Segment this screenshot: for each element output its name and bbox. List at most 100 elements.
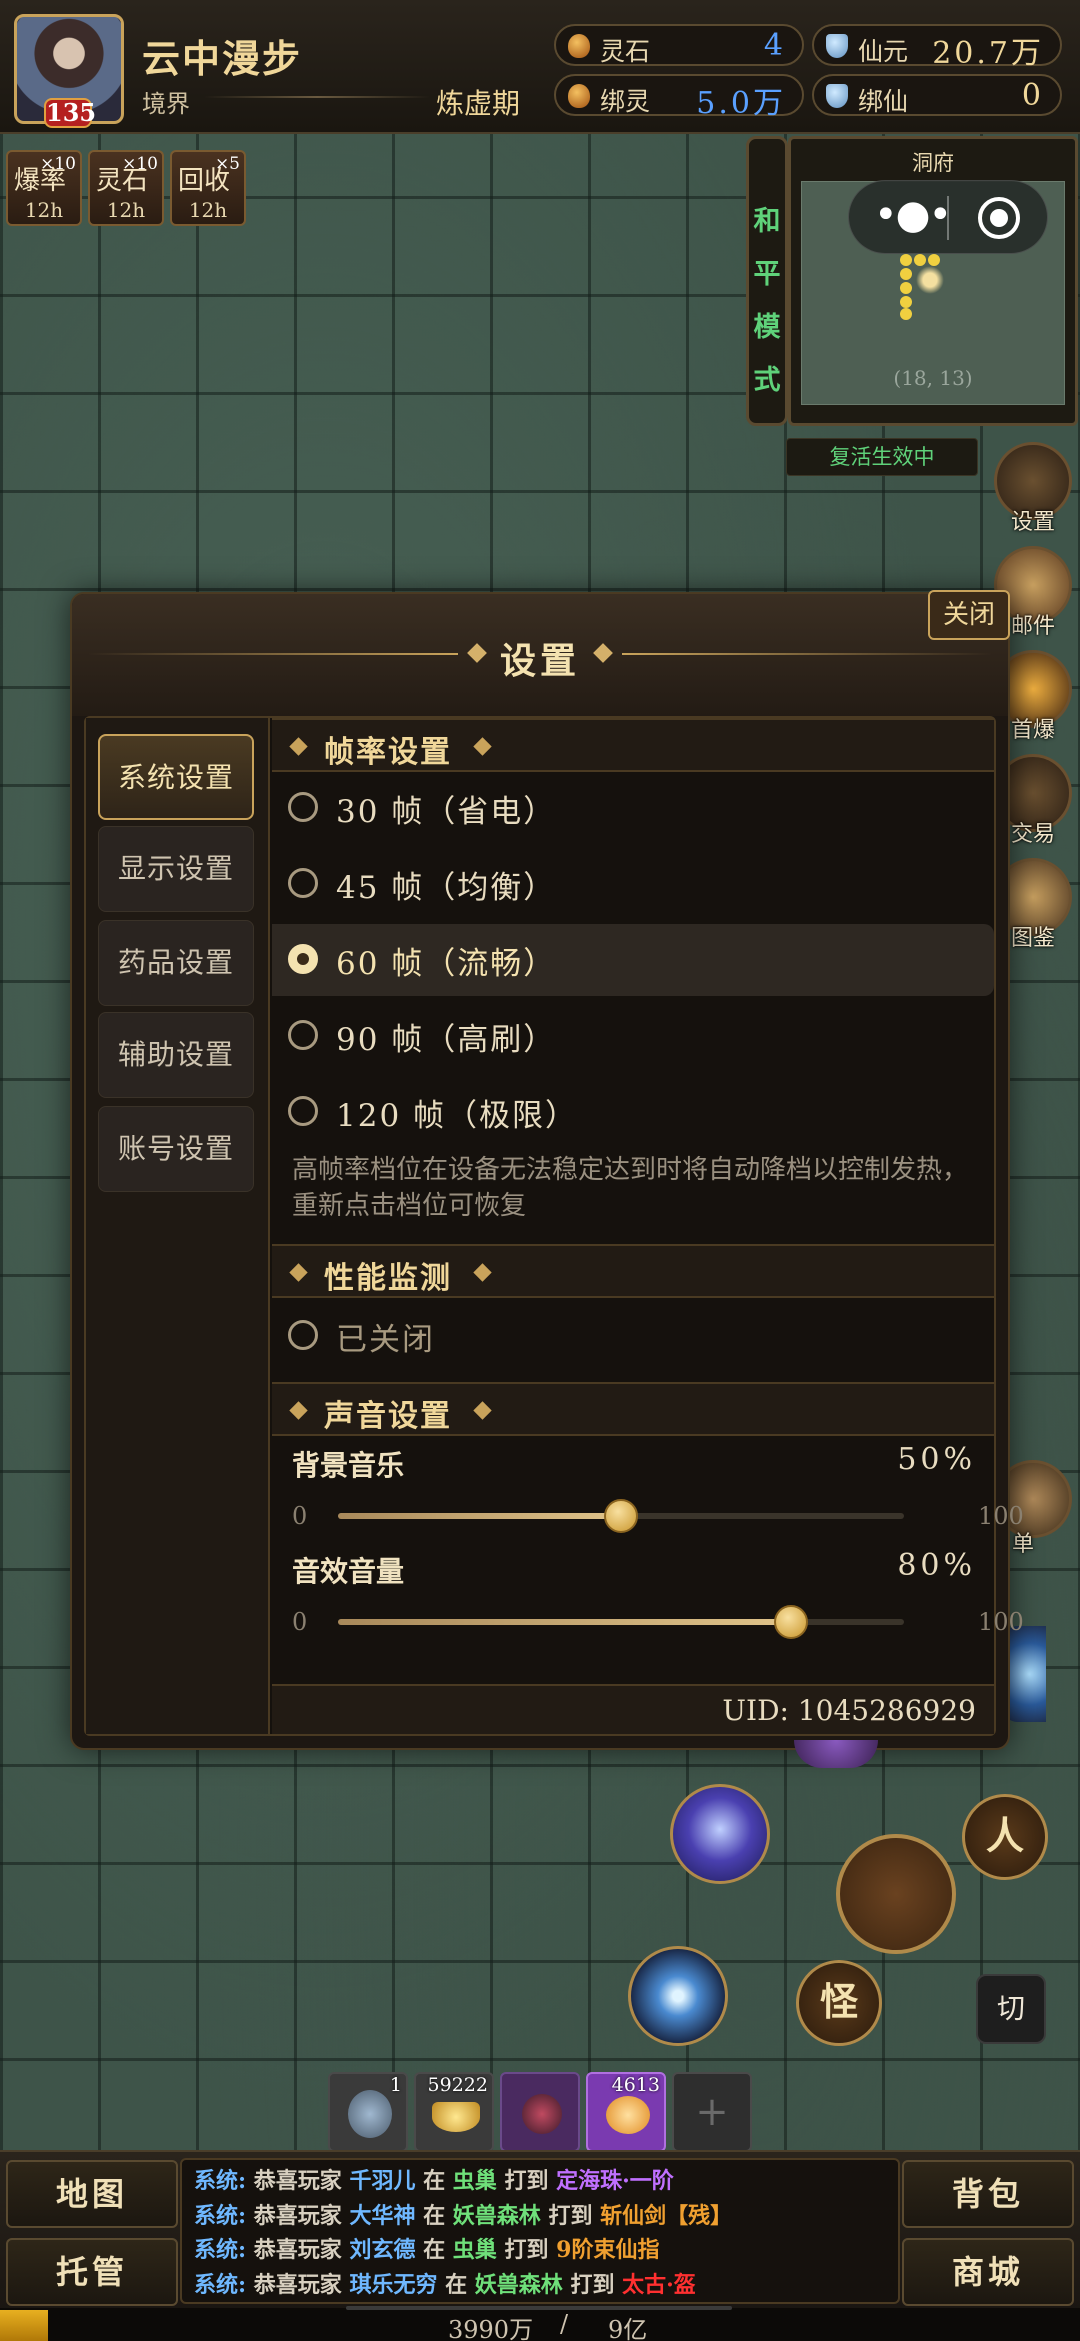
- framerate-option-60[interactable]: 60 帧（流畅）: [272, 924, 994, 996]
- mode-char: 和: [753, 206, 781, 237]
- close-button[interactable]: 关闭: [928, 590, 1010, 640]
- option-label: 30 帧（省电）: [336, 794, 557, 830]
- chat-segment: 琪乐无穷: [349, 2271, 438, 2298]
- tab-potion-settings[interactable]: 药品设置: [98, 920, 254, 1006]
- chat-segment: 恭喜玩家: [246, 2271, 350, 2298]
- sfx-slider[interactable]: [338, 1619, 904, 1625]
- add-item-slot[interactable]: +: [672, 2072, 752, 2152]
- tab-assist-settings[interactable]: 辅助设置: [98, 1012, 254, 1098]
- bound-ingot-icon: [826, 84, 848, 108]
- tab-system-settings[interactable]: 系统设置: [98, 734, 254, 820]
- auto-battle-button[interactable]: 托管: [6, 2238, 178, 2306]
- skill-hand-icon[interactable]: [670, 1784, 770, 1884]
- resource-immortal-yuan[interactable]: 仙元 20.7万: [812, 24, 1062, 71]
- map-button[interactable]: 地图: [6, 2160, 178, 2228]
- chat-segment: 千羽儿: [349, 2168, 416, 2194]
- item-slot-rune[interactable]: 1: [328, 2072, 408, 2152]
- target-player-button[interactable]: 人: [962, 1794, 1048, 1880]
- bound-spirit-icon: [568, 84, 590, 108]
- minimap-player-marker: [916, 266, 944, 294]
- diamond-icon: [473, 1263, 492, 1282]
- minimap-marker: [900, 282, 912, 294]
- resource-label: 灵石: [600, 37, 651, 66]
- diamond-icon: [473, 1401, 492, 1420]
- realm-label: 境界: [142, 90, 190, 118]
- minimap-title: 洞府: [912, 151, 954, 175]
- chat-segment: 大华神: [349, 2202, 416, 2229]
- framerate-option-120[interactable]: 120 帧（极限）: [272, 1076, 994, 1148]
- player-level-badge: 135: [44, 98, 97, 128]
- resource-bound-immortal[interactable]: 绑仙 0: [812, 74, 1062, 116]
- radio-button[interactable]: [288, 1320, 318, 1350]
- close-miniprogram-icon[interactable]: [978, 197, 1020, 239]
- chat-segment: 打到: [540, 2202, 601, 2229]
- chat-segment: 妖兽森林: [474, 2271, 563, 2298]
- skill-partial-icon[interactable]: [794, 1740, 878, 1768]
- attack-joystick[interactable]: [836, 1834, 956, 1954]
- shop-button[interactable]: 商城: [902, 2238, 1074, 2306]
- more-icon[interactable]: •●•: [874, 195, 952, 235]
- option-label: 60 帧（流畅）: [336, 946, 557, 982]
- minimap-marker: [914, 254, 926, 266]
- mode-char: 平: [753, 259, 781, 290]
- peace-mode-toggle[interactable]: 和 平 模 式: [746, 136, 788, 426]
- item-slot-lotus[interactable]: 4613: [586, 2072, 666, 2152]
- switch-target-button[interactable]: 切: [976, 1974, 1046, 2044]
- tab-account-settings[interactable]: 账号设置: [98, 1106, 254, 1192]
- buff-drop-rate[interactable]: 爆率 ×10 12h: [6, 150, 82, 226]
- chat-segment: 斩仙剑【残】: [600, 2202, 733, 2229]
- chat-line: 系统: 恭喜玩家 大华神 在 妖兽森林 打到 斩仙剑【残】: [194, 2199, 886, 2234]
- framerate-option-45[interactable]: 45 帧（均衡）: [272, 848, 994, 920]
- chat-segment: 刘玄德: [349, 2237, 416, 2263]
- diamond-icon: [473, 737, 492, 756]
- bgm-value: 50%: [897, 1442, 976, 1477]
- bgm-slider-handle[interactable]: [604, 1499, 638, 1533]
- chat-segment: 系统:: [194, 2202, 247, 2229]
- resource-value: 5.0万: [696, 86, 786, 121]
- xp-bar: [0, 2308, 1080, 2341]
- player-name: 云中漫步: [142, 36, 303, 81]
- framerate-section-header: 帧率设置: [272, 718, 994, 772]
- option-label: 90 帧（高刷）: [336, 1022, 557, 1058]
- tab-display-settings[interactable]: 显示设置: [98, 826, 254, 912]
- chat-segment: 恭喜玩家: [246, 2202, 350, 2229]
- item-slot-orb[interactable]: [500, 2072, 580, 2152]
- capsule-divider: [947, 196, 949, 240]
- section-title: 帧率设置: [324, 735, 452, 770]
- chat-segment: 打到: [496, 2168, 557, 2194]
- chat-segment: 系统:: [194, 2271, 247, 2298]
- radio-button[interactable]: [288, 1096, 318, 1126]
- system-chat[interactable]: 系统: 恭喜玩家 千羽儿 在 虫巢 打到 定海珠·一阶 系统: 恭喜玩家 大华神…: [180, 2158, 900, 2304]
- radio-button[interactable]: [288, 792, 318, 822]
- buff-multiplier: ×10: [40, 154, 76, 174]
- chat-segment: 打到: [496, 2237, 557, 2263]
- skill-star-icon[interactable]: [628, 1946, 728, 2046]
- buff-spirit-stone[interactable]: 灵石 ×10 12h: [88, 150, 164, 226]
- resource-spirit-stone[interactable]: 灵石 4: [554, 24, 804, 66]
- resource-bound-spirit[interactable]: 绑灵 5.0万: [554, 74, 804, 121]
- rune-stone-icon: [348, 2090, 392, 2138]
- chat-segment: 妖兽森林: [452, 2202, 541, 2229]
- framerate-option-30[interactable]: 30 帧（省电）: [272, 772, 994, 844]
- gold-ingot-icon: [432, 2102, 480, 2132]
- bag-button[interactable]: 背包: [902, 2160, 1074, 2228]
- sfx-slider-handle[interactable]: [773, 1605, 808, 1639]
- perf-monitor-toggle[interactable]: 已关闭: [272, 1300, 994, 1372]
- buff-recycle[interactable]: 回收 ×5 12h: [170, 150, 246, 226]
- xp-bar-fill: [0, 2310, 48, 2341]
- radio-button[interactable]: [288, 868, 318, 898]
- item-slot-gold[interactable]: 59222: [414, 2072, 494, 2152]
- diamond-icon: [289, 737, 308, 756]
- section-title: 声音设置: [324, 1399, 452, 1434]
- target-monster-button[interactable]: 怪: [796, 1960, 882, 2046]
- framerate-option-90[interactable]: 90 帧（高刷）: [272, 1000, 994, 1072]
- chat-line: 系统: 恭喜玩家 千羽儿 在 虫巢 打到 定海珠·一阶: [194, 2164, 886, 2199]
- chat-segment: 虫巢: [452, 2237, 497, 2263]
- radio-button[interactable]: [288, 1020, 318, 1050]
- sfx-slider-fill: [338, 1619, 791, 1625]
- radio-button-selected[interactable]: [288, 944, 318, 974]
- chat-segment: 太古·盔: [622, 2271, 696, 2298]
- sfx-max: 100: [978, 1608, 1024, 1636]
- lotus-icon: [606, 2096, 650, 2134]
- perf-section-header: 性能监测: [272, 1244, 994, 1298]
